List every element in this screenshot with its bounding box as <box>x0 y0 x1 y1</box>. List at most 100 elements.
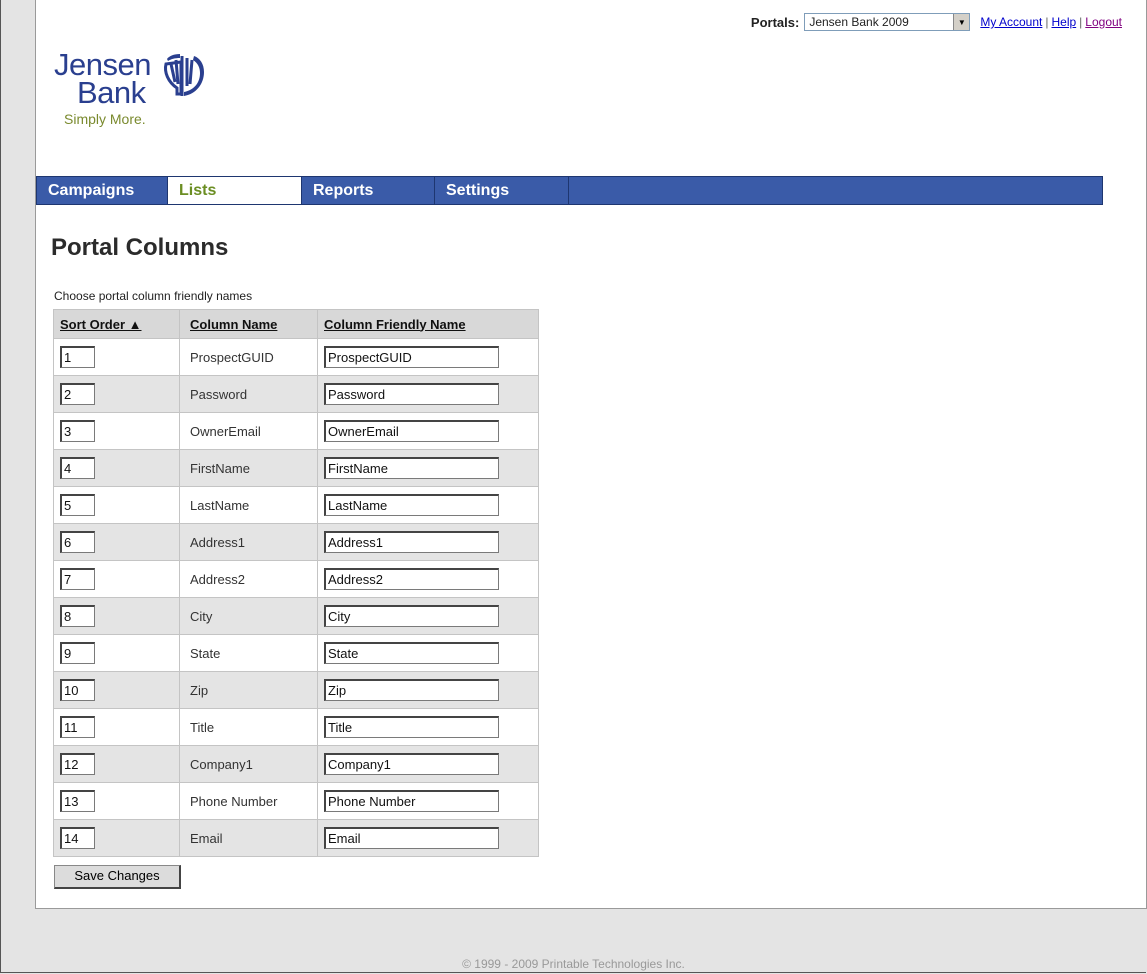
sort-order-cell <box>53 560 180 598</box>
sort-order-cell <box>53 486 180 524</box>
friendly-name-input[interactable] <box>324 790 499 812</box>
sort-order-input[interactable] <box>60 531 95 553</box>
sort-order-input[interactable] <box>60 420 95 442</box>
logout-link[interactable]: Logout <box>1085 15 1122 29</box>
jensen-bank-logo: Jensen Bank Simply More. <box>54 49 204 130</box>
sort-order-input[interactable] <box>60 457 95 479</box>
sort-order-cell <box>53 449 180 487</box>
tab-reports[interactable]: Reports <box>302 177 435 204</box>
column-name-cell: ProspectGUID <box>179 338 318 376</box>
table-row: FirstName <box>53 449 539 487</box>
table-row: OwnerEmail <box>53 412 539 450</box>
friendly-name-input[interactable] <box>324 679 499 701</box>
column-name-cell: Title <box>179 708 318 746</box>
friendly-name-input[interactable] <box>324 383 499 405</box>
friendly-name-input[interactable] <box>324 457 499 479</box>
sort-order-cell <box>53 523 180 561</box>
column-name-cell: State <box>179 634 318 672</box>
table-row: Email <box>53 819 539 857</box>
my-account-link[interactable]: My Account <box>980 15 1042 29</box>
friendly-name-cell <box>317 523 539 561</box>
friendly-name-input[interactable] <box>324 531 499 553</box>
footer-copyright: © 1999 - 2009 Printable Technologies Inc… <box>462 957 685 971</box>
friendly-name-cell <box>317 634 539 672</box>
sort-order-cell <box>53 782 180 820</box>
friendly-name-cell <box>317 708 539 746</box>
page-subtitle: Choose portal column friendly names <box>54 289 253 303</box>
sort-order-input[interactable] <box>60 494 95 516</box>
table-row: Company1 <box>53 745 539 783</box>
friendly-name-cell <box>317 671 539 709</box>
friendly-name-input[interactable] <box>324 605 499 627</box>
help-link[interactable]: Help <box>1051 15 1076 29</box>
sort-order-input[interactable] <box>60 679 95 701</box>
sort-order-input[interactable] <box>60 716 95 738</box>
sort-order-input[interactable] <box>60 827 95 849</box>
column-name-cell: Company1 <box>179 745 318 783</box>
column-name-cell: Zip <box>179 671 318 709</box>
column-name-header[interactable]: Column Name <box>179 309 318 339</box>
friendly-name-input[interactable] <box>324 346 499 368</box>
column-name-cell: LastName <box>179 486 318 524</box>
table-row: Title <box>53 708 539 746</box>
logo-tagline: Simply More. <box>64 111 146 127</box>
friendly-name-input[interactable] <box>324 494 499 516</box>
friendly-name-input[interactable] <box>324 568 499 590</box>
logo-text-line2: Bank <box>77 75 146 110</box>
sort-order-cell <box>53 412 180 450</box>
portal-columns-table: Sort Order ▲ Column Name Column Friendly… <box>53 309 539 857</box>
sort-order-input[interactable] <box>60 642 95 664</box>
friendly-name-cell <box>317 338 539 376</box>
portal-select[interactable]: Jensen Bank 2009 ▼ <box>804 13 971 31</box>
table-row: LastName <box>53 486 539 524</box>
tab-lists[interactable]: Lists <box>168 177 302 204</box>
friendly-name-cell <box>317 819 539 857</box>
friendly-name-cell <box>317 782 539 820</box>
page-title: Portal Columns <box>51 234 229 261</box>
friendly-name-input[interactable] <box>324 753 499 775</box>
sort-order-input[interactable] <box>60 568 95 590</box>
main-nav: Campaigns Lists Reports Settings <box>36 176 1103 205</box>
friendly-name-input[interactable] <box>324 642 499 664</box>
table-row: Password <box>53 375 539 413</box>
sort-order-cell <box>53 708 180 746</box>
sort-order-cell <box>53 375 180 413</box>
sort-order-input[interactable] <box>60 753 95 775</box>
sort-order-input[interactable] <box>60 383 95 405</box>
save-changes-button[interactable]: Save Changes <box>54 865 181 889</box>
friendly-name-input[interactable] <box>324 716 499 738</box>
sort-order-input[interactable] <box>60 605 95 627</box>
sort-order-cell <box>53 745 180 783</box>
top-bar: Portals: Jensen Bank 2009 ▼ My Account |… <box>751 13 1122 31</box>
friendly-name-cell <box>317 560 539 598</box>
column-name-cell: City <box>179 597 318 635</box>
tab-campaigns[interactable]: Campaigns <box>37 177 168 204</box>
sort-order-cell <box>53 338 180 376</box>
column-name-cell: Email <box>179 819 318 857</box>
sort-order-cell <box>53 671 180 709</box>
friendly-name-cell <box>317 745 539 783</box>
sort-order-input[interactable] <box>60 790 95 812</box>
table-row: Zip <box>53 671 539 709</box>
column-name-cell: OwnerEmail <box>179 412 318 450</box>
table-row: ProspectGUID <box>53 338 539 376</box>
sort-order-input[interactable] <box>60 346 95 368</box>
friendly-name-cell <box>317 375 539 413</box>
column-name-cell: Phone Number <box>179 782 318 820</box>
portal-select-value: Jensen Bank 2009 <box>809 15 909 29</box>
column-name-cell: FirstName <box>179 449 318 487</box>
column-name-cell: Password <box>179 375 318 413</box>
friendly-name-cell <box>317 449 539 487</box>
friendly-name-input[interactable] <box>324 420 499 442</box>
tab-settings[interactable]: Settings <box>435 177 569 204</box>
column-name-cell: Address2 <box>179 560 318 598</box>
dropdown-arrow-icon[interactable]: ▼ <box>953 14 970 30</box>
sort-order-cell <box>53 819 180 857</box>
separator: | <box>1045 15 1049 29</box>
sort-order-header[interactable]: Sort Order ▲ <box>53 309 180 339</box>
table-row: City <box>53 597 539 635</box>
table-row: Address1 <box>53 523 539 561</box>
table-row: Phone Number <box>53 782 539 820</box>
column-friendly-name-header[interactable]: Column Friendly Name <box>317 309 539 339</box>
friendly-name-input[interactable] <box>324 827 499 849</box>
